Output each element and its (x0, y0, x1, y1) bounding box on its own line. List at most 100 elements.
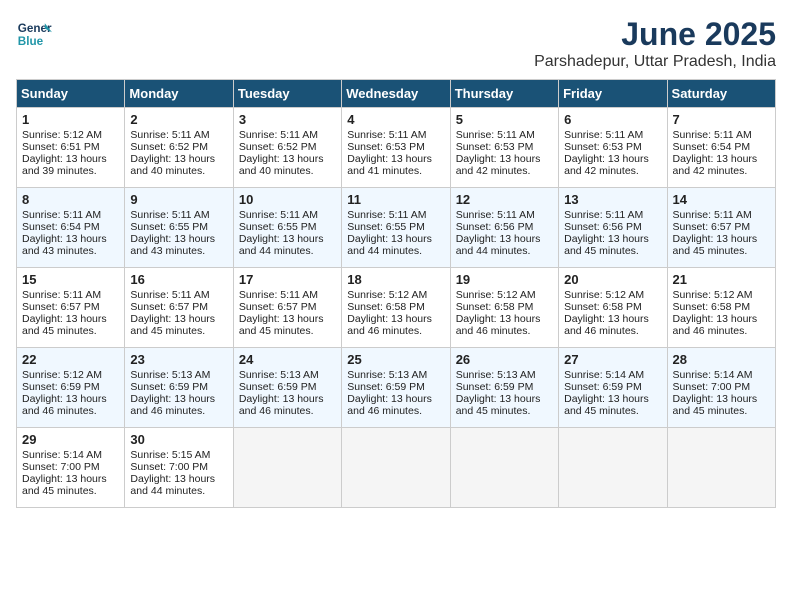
calendar-week-row: 15Sunrise: 5:11 AMSunset: 6:57 PMDayligh… (17, 268, 776, 348)
sunrise: Sunrise: 5:14 AM (673, 369, 753, 381)
daylight: Daylight: 13 hours and 42 minutes. (673, 153, 758, 177)
sunset: Sunset: 6:57 PM (130, 301, 208, 313)
calendar-day-cell: 14Sunrise: 5:11 AMSunset: 6:57 PMDayligh… (667, 188, 775, 268)
calendar-week-row: 22Sunrise: 5:12 AMSunset: 6:59 PMDayligh… (17, 348, 776, 428)
month-title: June 2025 (534, 16, 776, 53)
sunset: Sunset: 6:59 PM (130, 381, 208, 393)
calendar-day-cell: 7Sunrise: 5:11 AMSunset: 6:54 PMDaylight… (667, 108, 775, 188)
calendar-day-cell: 16 Sunrise: 5:11 AMSunset: 6:57 PMDayligh… (125, 268, 233, 348)
sunset: Sunset: 6:56 PM (564, 221, 642, 233)
weekday-header: Friday (559, 80, 667, 108)
day-number: 22 (22, 352, 119, 367)
daylight: Daylight: 13 hours and 45 minutes. (239, 313, 324, 337)
page-header: General Blue June 2025 Parshadepur, Utta… (16, 16, 776, 71)
day-number: 17 (239, 272, 336, 287)
location-title: Parshadepur, Uttar Pradesh, India (534, 53, 776, 71)
sunset: Sunset: 6:59 PM (22, 381, 100, 393)
daylight: Daylight: 13 hours and 46 minutes. (239, 393, 324, 417)
sunset: Sunset: 6:57 PM (239, 301, 317, 313)
daylight: Daylight: 13 hours and 45 minutes. (673, 233, 758, 257)
sunset: Sunset: 6:58 PM (347, 301, 425, 313)
sunset: Sunset: 7:00 PM (130, 461, 208, 473)
daylight: Daylight: 13 hours and 46 minutes. (456, 313, 541, 337)
day-number: 24 (239, 352, 336, 367)
sunset: Sunset: 7:00 PM (22, 461, 100, 473)
calendar-day-cell: 2Sunrise: 5:11 AMSunset: 6:52 PMDaylight… (125, 108, 233, 188)
calendar-day-cell: 24Sunrise: 5:13 AMSunset: 6:59 PMDayligh… (233, 348, 341, 428)
sunrise: Sunrise: 5:12 AM (22, 129, 102, 141)
sunrise: Sunrise: 5:11 AM (456, 209, 535, 221)
calendar-day-cell: 18Sunrise: 5:12 AMSunset: 6:58 PMDayligh… (342, 268, 450, 348)
sunset: Sunset: 6:59 PM (347, 381, 425, 393)
sunrise: Sunrise: 5:12 AM (22, 369, 102, 381)
calendar-day-cell: 8 Sunrise: 5:11 AMSunset: 6:54 PMDaylight… (17, 188, 125, 268)
day-number: 15 (22, 272, 119, 287)
day-number: 14 (673, 192, 770, 207)
day-number: 1 (22, 112, 119, 127)
day-number: 27 (564, 352, 661, 367)
calendar-day-cell: 25Sunrise: 5:13 AMSunset: 6:59 PMDayligh… (342, 348, 450, 428)
day-number: 29 (22, 432, 119, 447)
calendar-day-cell: 23Sunrise: 5:13 AMSunset: 6:59 PMDayligh… (125, 348, 233, 428)
day-number: 3 (239, 112, 336, 127)
calendar-day-cell: 4Sunrise: 5:11 AMSunset: 6:53 PMDaylight… (342, 108, 450, 188)
daylight: Daylight: 13 hours and 46 minutes. (347, 393, 432, 417)
day-number: 16 (130, 272, 227, 287)
weekday-header: Monday (125, 80, 233, 108)
day-number: 4 (347, 112, 444, 127)
sunrise: Sunrise: 5:11 AM (239, 209, 318, 221)
calendar-day-cell: 27Sunrise: 5:14 AMSunset: 6:59 PMDayligh… (559, 348, 667, 428)
title-area: June 2025 Parshadepur, Uttar Pradesh, In… (534, 16, 776, 71)
calendar-day-cell (559, 428, 667, 508)
sunset: Sunset: 6:53 PM (456, 141, 534, 153)
calendar-day-cell: 13Sunrise: 5:11 AMSunset: 6:56 PMDayligh… (559, 188, 667, 268)
sunrise: Sunrise: 5:13 AM (456, 369, 536, 381)
sunrise: Sunrise: 5:11 AM (22, 209, 101, 221)
sunrise: Sunrise: 5:13 AM (347, 369, 427, 381)
daylight: Daylight: 13 hours and 46 minutes. (564, 313, 649, 337)
calendar-body: 1Sunrise: 5:12 AMSunset: 6:51 PMDaylight… (17, 108, 776, 508)
sunset: Sunset: 6:53 PM (347, 141, 425, 153)
sunrise: Sunrise: 5:11 AM (22, 289, 101, 301)
calendar-week-row: 8Sunrise: 5:11 AMSunset: 6:54 PMDaylight… (17, 188, 776, 268)
calendar-day-cell: 20Sunrise: 5:12 AMSunset: 6:58 PMDayligh… (559, 268, 667, 348)
daylight: Daylight: 13 hours and 45 minutes. (564, 233, 649, 257)
day-number: 21 (673, 272, 770, 287)
sunset: Sunset: 7:00 PM (673, 381, 751, 393)
weekday-header: Saturday (667, 80, 775, 108)
sunset: Sunset: 6:55 PM (239, 221, 317, 233)
sunrise: Sunrise: 5:11 AM (239, 289, 318, 301)
daylight: Daylight: 13 hours and 43 minutes. (130, 233, 215, 257)
day-number: 7 (673, 112, 770, 127)
calendar-day-cell: 15Sunrise: 5:11 AMSunset: 6:57 PMDayligh… (17, 268, 125, 348)
day-number: 18 (347, 272, 444, 287)
day-number: 13 (564, 192, 661, 207)
sunset: Sunset: 6:52 PM (130, 141, 208, 153)
calendar-day-cell: 26Sunrise: 5:13 AMSunset: 6:59 PMDayligh… (450, 348, 558, 428)
sunrise: Sunrise: 5:11 AM (564, 129, 643, 141)
calendar-day-cell: 11Sunrise: 5:11 AMSunset: 6:55 PMDayligh… (342, 188, 450, 268)
day-number: 10 (239, 192, 336, 207)
daylight: Daylight: 13 hours and 43 minutes. (22, 233, 107, 257)
daylight: Daylight: 13 hours and 46 minutes. (347, 313, 432, 337)
sunset: Sunset: 6:54 PM (22, 221, 100, 233)
calendar-day-cell: 10Sunrise: 5:11 AMSunset: 6:55 PMDayligh… (233, 188, 341, 268)
day-number: 2 (130, 112, 227, 127)
sunrise: Sunrise: 5:13 AM (130, 369, 210, 381)
sunrise: Sunrise: 5:11 AM (456, 129, 535, 141)
day-number: 8 (22, 192, 119, 207)
sunset: Sunset: 6:55 PM (130, 221, 208, 233)
calendar-day-cell (233, 428, 341, 508)
daylight: Daylight: 13 hours and 46 minutes. (130, 393, 215, 417)
sunrise: Sunrise: 5:11 AM (130, 289, 209, 301)
sunrise: Sunrise: 5:12 AM (564, 289, 644, 301)
sunrise: Sunrise: 5:13 AM (239, 369, 319, 381)
logo: General Blue (16, 16, 52, 52)
daylight: Daylight: 13 hours and 45 minutes. (130, 313, 215, 337)
sunset: Sunset: 6:58 PM (456, 301, 534, 313)
sunrise: Sunrise: 5:11 AM (239, 129, 318, 141)
svg-text:Blue: Blue (18, 35, 44, 48)
calendar-day-cell: 17 Sunrise: 5:11 AMSunset: 6:57 PMDayligh… (233, 268, 341, 348)
sunrise: Sunrise: 5:14 AM (22, 449, 102, 461)
calendar-week-row: 1Sunrise: 5:12 AMSunset: 6:51 PMDaylight… (17, 108, 776, 188)
